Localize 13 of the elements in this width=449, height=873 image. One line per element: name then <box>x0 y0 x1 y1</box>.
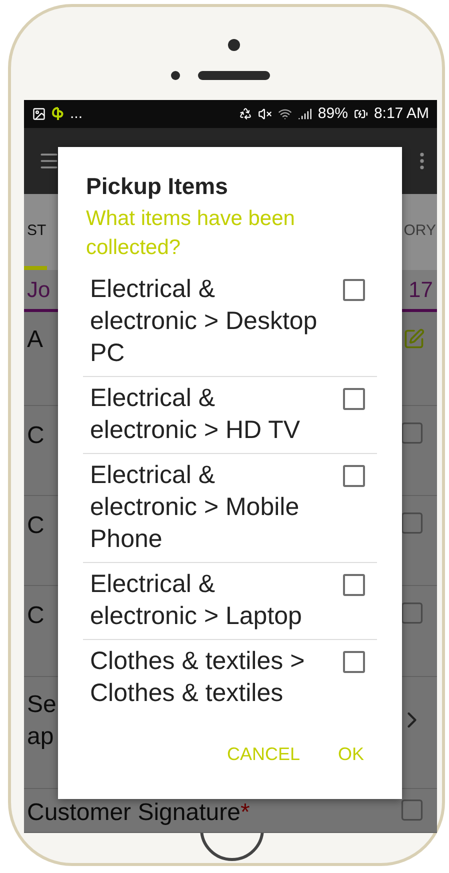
row-label: Customer Signature* <box>27 798 250 828</box>
row-label: A <box>27 324 44 355</box>
row-label: C <box>27 510 44 541</box>
clock-time: 8:17 AM <box>374 105 429 122</box>
dialog-title: Pickup Items <box>85 173 229 200</box>
row-label: C <box>27 420 44 451</box>
battery-percent: 89% <box>318 105 348 122</box>
row-label: C <box>27 600 44 631</box>
job-date: 17 <box>408 276 433 303</box>
dialog-subtitle: What items have been collected? <box>85 206 296 261</box>
row-label: Se ap <box>27 690 56 752</box>
notification-more: ... <box>70 105 83 122</box>
job-label: Jo <box>27 276 50 303</box>
